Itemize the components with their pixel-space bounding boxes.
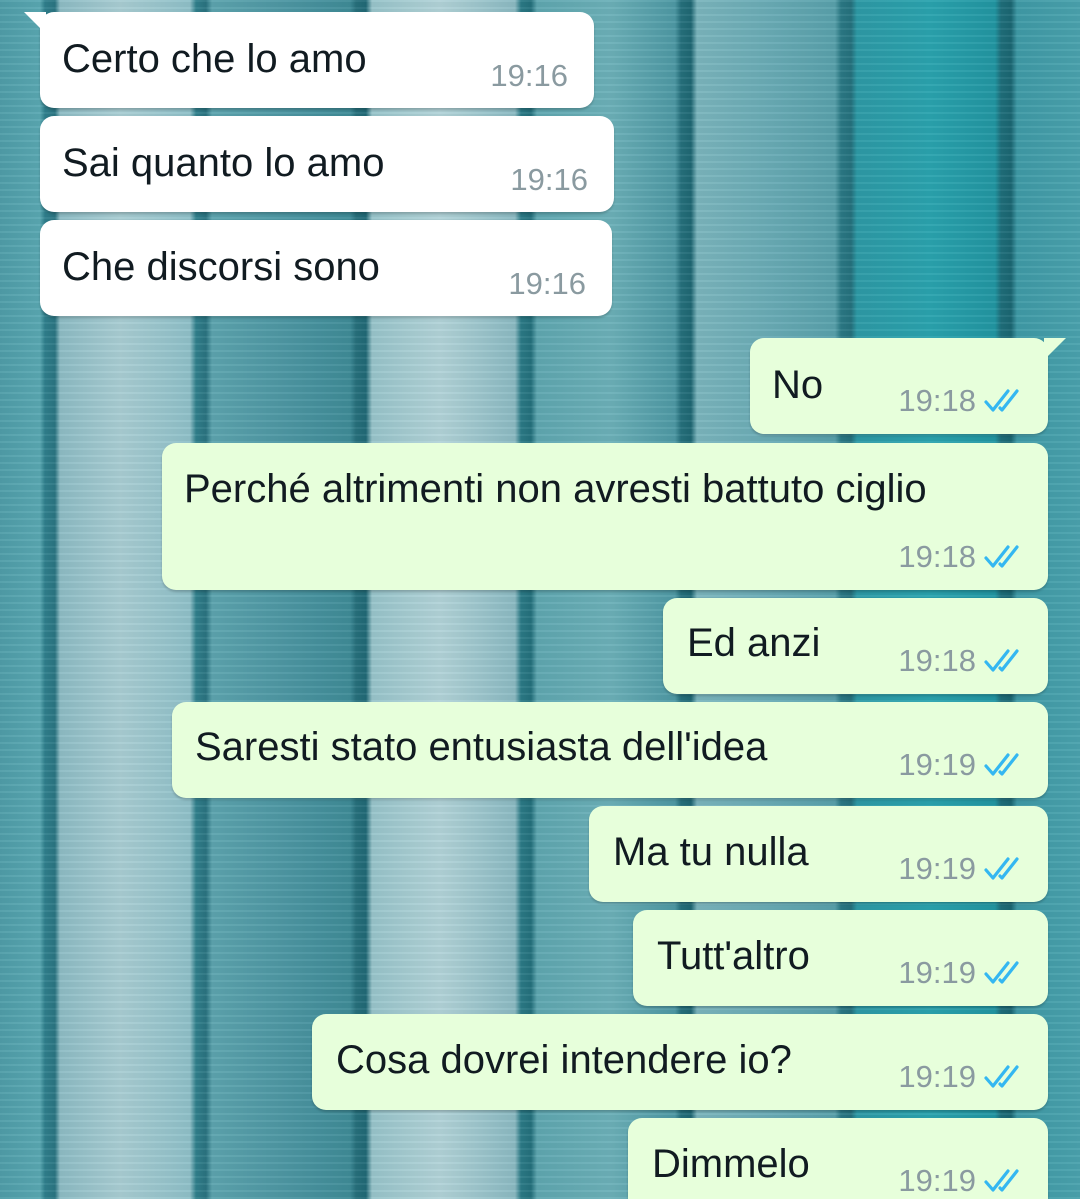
outgoing-message[interactable]: Perché altrimenti non avresti battuto ci…	[162, 443, 1048, 590]
message-time: 19:19	[898, 1163, 976, 1198]
double-check-icon	[984, 753, 1019, 776]
double-check-icon	[984, 1169, 1019, 1192]
double-check-icon	[984, 961, 1019, 984]
outgoing-message[interactable]: No 19:18	[750, 338, 1066, 434]
outgoing-message[interactable]: Saresti stato entusiasta dell'idea 19:19	[172, 702, 1048, 798]
message-meta: 19:19	[898, 955, 1024, 991]
incoming-message[interactable]: Sai quanto lo amo 19:16	[40, 116, 614, 212]
message-meta: 19:19	[898, 1163, 1024, 1199]
message-text: Dimmelo	[652, 1142, 810, 1186]
double-check-icon	[984, 389, 1019, 412]
message-text: Ed anzi	[687, 621, 821, 665]
message-text: Tutt'altro	[657, 934, 810, 978]
message-meta: 19:18	[898, 643, 1024, 679]
message-time: 19:19	[898, 851, 976, 886]
message-meta: 19:16	[510, 162, 588, 198]
message-text: Cosa dovrei intendere io?	[336, 1038, 792, 1082]
message-meta: 19:18	[898, 383, 1024, 419]
message-text: Perché altrimenti non avresti battuto ci…	[184, 467, 927, 511]
message-meta: 19:19	[898, 1059, 1024, 1095]
double-check-icon	[984, 857, 1019, 880]
outgoing-message[interactable]: Tutt'altro 19:19	[633, 910, 1048, 1006]
message-time: 19:19	[898, 1059, 976, 1094]
message-time: 19:18	[898, 643, 976, 678]
message-time: 19:19	[898, 955, 976, 990]
message-time: 19:18	[898, 539, 976, 574]
message-text: Sai quanto lo amo	[62, 141, 385, 185]
incoming-message[interactable]: Che discorsi sono 19:16	[40, 220, 612, 316]
message-time: 19:16	[490, 58, 568, 93]
message-meta: 19:19	[898, 747, 1024, 783]
incoming-message[interactable]: Certo che lo amo 19:16	[24, 12, 594, 108]
bubble-tail	[1044, 338, 1066, 360]
outgoing-message[interactable]: Cosa dovrei intendere io? 19:19	[312, 1014, 1048, 1110]
message-meta: 19:19	[898, 851, 1024, 887]
message-text: No	[772, 363, 824, 407]
message-meta: 19:18	[898, 539, 1024, 575]
double-check-icon	[984, 1065, 1019, 1088]
double-check-icon	[984, 545, 1019, 568]
outgoing-message[interactable]: Dimmelo 19:19	[628, 1118, 1048, 1199]
outgoing-message[interactable]: Ma tu nulla 19:19	[589, 806, 1048, 902]
message-time: 19:19	[898, 747, 976, 782]
message-text: Certo che lo amo	[62, 37, 367, 81]
double-check-icon	[984, 649, 1019, 672]
message-time: 19:16	[508, 266, 586, 301]
bubble-tail	[24, 12, 46, 34]
message-text: Ma tu nulla	[613, 830, 809, 874]
message-meta: 19:16	[508, 266, 586, 302]
message-time: 19:16	[510, 162, 588, 197]
message-text: Che discorsi sono	[62, 245, 380, 289]
message-time: 19:18	[898, 383, 976, 418]
message-meta: 19:16	[490, 58, 568, 94]
outgoing-message[interactable]: Ed anzi 19:18	[663, 598, 1048, 694]
message-text: Saresti stato entusiasta dell'idea	[195, 725, 768, 769]
